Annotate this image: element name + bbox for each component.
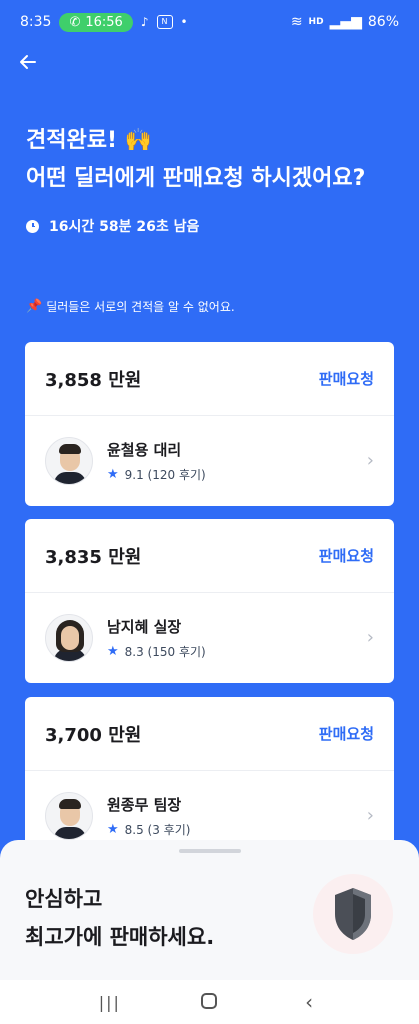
title-line-1: 견적완료! 🙌 — [26, 128, 153, 153]
phone-icon: ✆ — [69, 14, 81, 30]
sheet-title: 안심하고 최고가에 판매하세요. — [25, 880, 214, 956]
dealer-info: 남지혜 실장 ★ 8.3 (150 후기) — [107, 616, 206, 660]
offer-header: 3,700 만원 판매요청 — [25, 697, 394, 771]
shield-icon — [335, 888, 371, 940]
battery-level: 86% — [367, 14, 399, 30]
chevron-right-icon: › — [366, 627, 374, 648]
dealer-name: 윤철용 대리 — [107, 440, 182, 459]
rating-text: 8.3 (150 후기) — [124, 644, 206, 659]
dealer-row[interactable]: 윤철용 대리 ★ 9.1 (120 후기) › — [25, 416, 394, 505]
countdown-timer: 16시간 58분 26초 남음 — [26, 216, 199, 236]
rating-text: 9.1 (120 후기) — [124, 467, 206, 482]
sheet-title-line-2: 최고가에 판매하세요. — [25, 925, 215, 949]
title-line-2: 어떤 딜러에게 판매요청 하시겠어요? — [26, 166, 366, 191]
offer-header: 3,835 만원 판매요청 — [25, 519, 394, 593]
dealer-rating: ★ 8.3 (150 후기) — [107, 643, 206, 660]
call-indicator[interactable]: ✆ 16:56 — [59, 12, 133, 32]
wifi-icon: ≋ — [290, 14, 303, 30]
chevron-right-icon: › — [366, 805, 374, 826]
page-title: 견적완료! 🙌 어떤 딜러에게 판매요청 하시겠어요? — [26, 122, 399, 198]
notice: 📌 딜러들은 서로의 견적을 알 수 없어요. — [26, 298, 235, 315]
offer-price: 3,700 만원 — [45, 724, 142, 746]
notice-text: 딜러들은 서로의 견적을 알 수 없어요. — [46, 300, 235, 314]
rating-text: 8.5 (3 후기) — [124, 822, 191, 837]
pushpin-icon: 📌 — [26, 299, 43, 314]
dealer-info: 원종무 팀장 ★ 8.5 (3 후기) — [107, 794, 190, 838]
offer-card: 3,700 만원 판매요청 원종무 팀장 ★ 8.5 (3 후기) › — [25, 697, 394, 861]
notification-icon: ♪ — [140, 15, 149, 29]
back-nav-icon[interactable]: ‹ — [289, 990, 329, 1014]
hd-icon: HD — [308, 16, 324, 27]
status-time: 8:35 — [20, 14, 52, 30]
clock-icon — [26, 219, 39, 233]
sale-request-button[interactable]: 판매요청 — [319, 545, 374, 566]
star-icon: ★ — [107, 466, 119, 482]
status-bar: 8:35 ✆ 16:56 ♪ N • ≋ HD ▂▄▆ 86% — [0, 0, 419, 44]
star-icon: ★ — [107, 643, 119, 659]
app-notification-icon: N — [156, 15, 173, 29]
system-nav-bar: ||| ‹ — [0, 980, 419, 1024]
dealer-name: 남지혜 실장 — [107, 617, 182, 636]
arrow-left-icon — [20, 55, 36, 69]
sale-request-button[interactable]: 판매요청 — [319, 723, 374, 744]
recents-icon[interactable]: ||| — [90, 993, 130, 1012]
avatar — [45, 436, 93, 485]
offer-header: 3,858 만원 판매요청 — [25, 342, 394, 416]
home-button[interactable] — [189, 990, 229, 1014]
chevron-right-icon: › — [366, 450, 374, 471]
avatar — [45, 791, 93, 840]
more-notifications-icon: • — [180, 15, 188, 29]
sheet-title-line-1: 안심하고 — [25, 887, 103, 911]
sheet-drag-handle[interactable] — [179, 849, 241, 853]
shield-badge — [313, 874, 393, 954]
offer-price: 3,835 만원 — [45, 546, 142, 568]
sheet-description-peek — [25, 970, 385, 980]
back-button[interactable] — [18, 52, 42, 76]
offer-price: 3,858 만원 — [45, 369, 142, 391]
offer-card: 3,835 만원 판매요청 남지혜 실장 ★ 8.3 (150 후기) › — [25, 519, 394, 683]
avatar — [45, 613, 93, 662]
dealer-name: 원종무 팀장 — [107, 795, 182, 814]
home-icon — [201, 993, 218, 1009]
star-icon: ★ — [107, 821, 119, 837]
bottom-sheet[interactable]: 안심하고 최고가에 판매하세요. — [0, 840, 419, 980]
dealer-info: 윤철용 대리 ★ 9.1 (120 후기) — [107, 439, 206, 483]
dealer-rating: ★ 8.5 (3 후기) — [107, 821, 190, 838]
dealer-row[interactable]: 남지혜 실장 ★ 8.3 (150 후기) › — [25, 593, 394, 682]
call-time: 16:56 — [85, 14, 123, 30]
signal-icon: ▂▄▆ — [329, 14, 362, 30]
sale-request-button[interactable]: 판매요청 — [319, 368, 374, 389]
dealer-rating: ★ 9.1 (120 후기) — [107, 466, 206, 483]
timer-text: 16시간 58분 26초 남음 — [49, 219, 200, 235]
offer-card: 3,858 만원 판매요청 윤철용 대리 ★ 9.1 (120 후기) › — [25, 342, 394, 506]
